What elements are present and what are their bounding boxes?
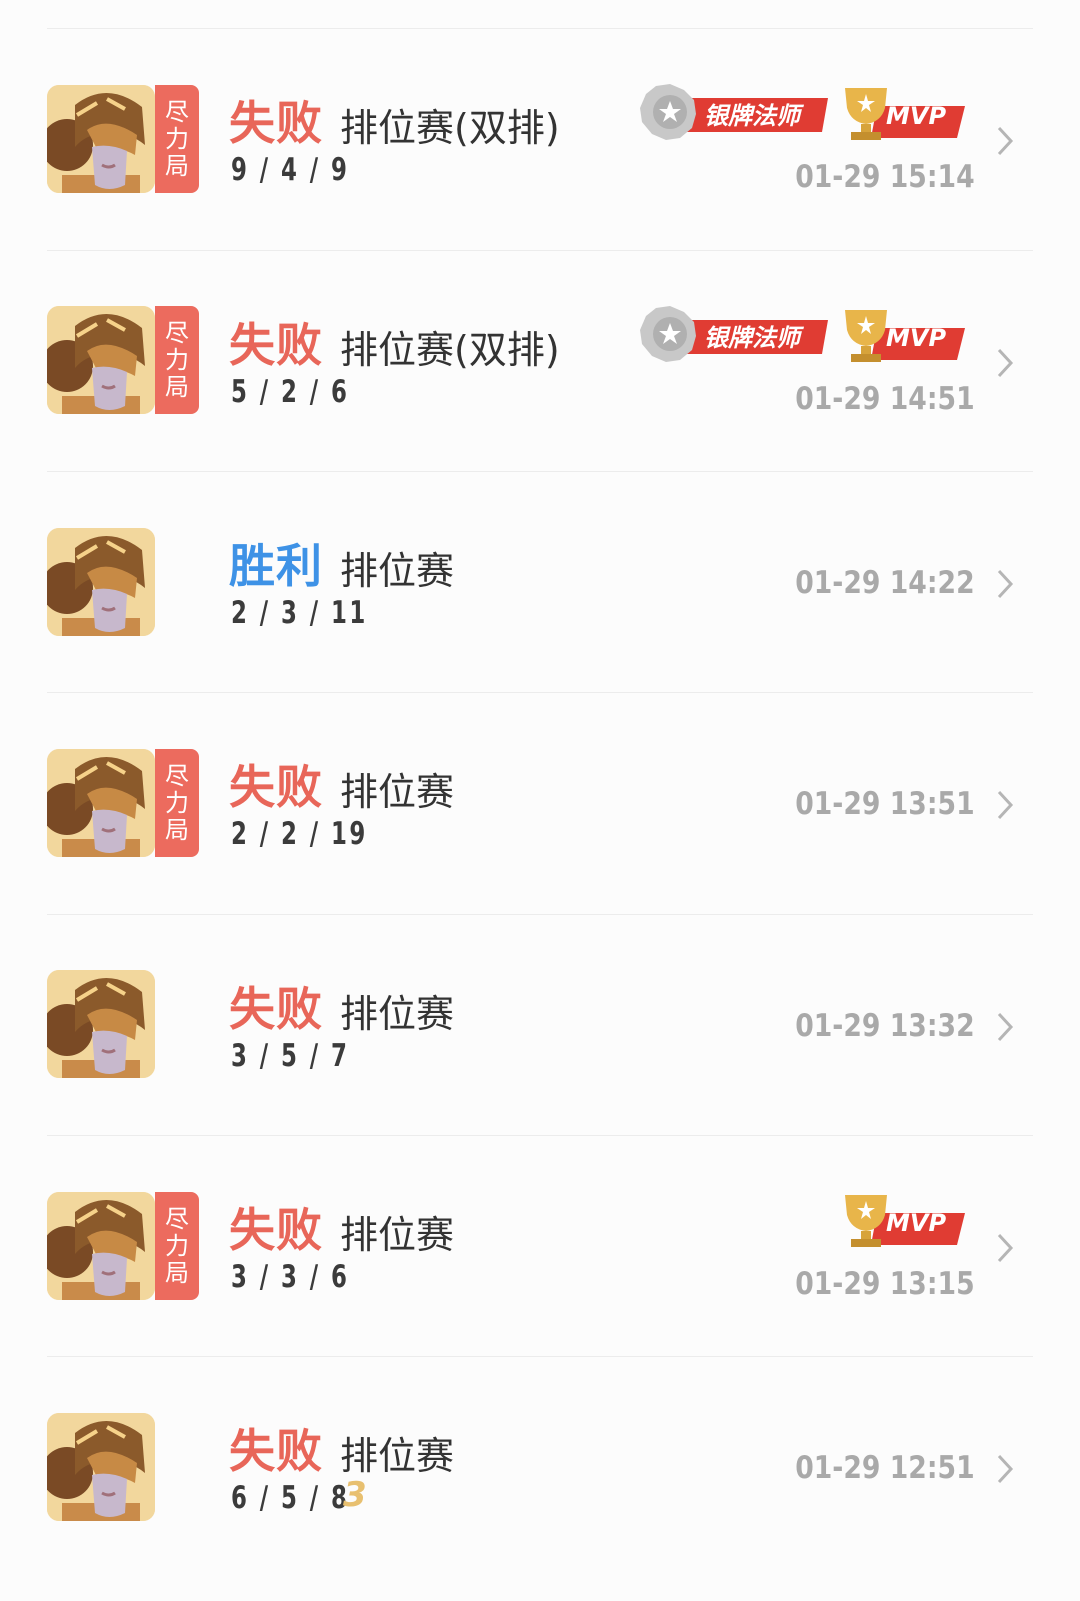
mvp-badge: MVP [837, 84, 967, 146]
match-time: 01-29 13:15 [795, 1266, 975, 1302]
chevron-right-icon [997, 1454, 1014, 1484]
match-mode: 排位赛 [340, 770, 455, 814]
match-result: 失败 [229, 1424, 323, 1478]
hero-avatar [47, 749, 155, 857]
match-row[interactable]: 尽力局 失败 排位赛(双排) 5 / 2 / 6 银牌法师 MVP 01-29 … [0, 251, 1080, 477]
chevron-right-icon [997, 1233, 1014, 1263]
kda: 2 / 2 / 19 [231, 816, 368, 852]
match-time: 01-29 14:51 [795, 381, 975, 417]
match-row[interactable]: 尽力局 失败 排位赛 2 / 2 / 19 01-29 13:51 [0, 693, 1080, 919]
match-time: 01-29 15:14 [795, 159, 975, 195]
mvp-badge: MVP [837, 306, 967, 368]
effort-tag: 尽力局 [155, 749, 199, 857]
mvp-label: MVP [886, 102, 947, 130]
match-mode: 排位赛 [340, 549, 455, 593]
chevron-right-icon [997, 569, 1014, 599]
silver-medal-badge: 银牌法师 [636, 82, 834, 142]
match-result: 失败 [229, 760, 323, 814]
match-row[interactable]: 失败 排位赛 6 / 5 / 8 3 01-29 12:51 [0, 1357, 1080, 1583]
match-result: 失败 [229, 96, 323, 150]
kda: 3 / 3 / 6 [231, 1259, 350, 1295]
match-row[interactable]: 失败 排位赛 3 / 5 / 7 01-29 13:32 [0, 915, 1080, 1141]
mvp-label: MVP [886, 1209, 947, 1237]
hero-avatar [47, 1413, 155, 1521]
chevron-right-icon [997, 126, 1014, 156]
kda: 9 / 4 / 9 [231, 152, 350, 188]
hero-avatar [47, 970, 155, 1078]
silver-badge-label: 银牌法师 [704, 324, 800, 352]
mvp-badge: MVP [837, 1191, 967, 1253]
match-result: 失败 [229, 982, 323, 1036]
effort-tag: 尽力局 [155, 85, 199, 193]
kda: 5 / 2 / 6 [231, 374, 350, 410]
kda: 2 / 3 / 11 [231, 595, 368, 631]
chevron-right-icon [997, 348, 1014, 378]
match-mode: 排位赛(双排) [340, 328, 560, 372]
match-time: 01-29 13:51 [795, 786, 975, 822]
match-mode: 排位赛 [340, 1434, 455, 1478]
effort-tag: 尽力局 [155, 306, 199, 414]
match-row[interactable]: 尽力局 失败 排位赛(双排) 9 / 4 / 9 银牌法师 MVP 01-29 … [0, 29, 1080, 255]
chevron-right-icon [997, 1012, 1014, 1042]
match-mode: 排位赛 [340, 992, 455, 1036]
rank-badge: 3 [343, 1475, 367, 1515]
match-row[interactable]: 尽力局 失败 排位赛 3 / 3 / 6 MVP 01-29 13:15 [0, 1136, 1080, 1362]
chevron-right-icon [997, 790, 1014, 820]
mvp-label: MVP [886, 324, 947, 352]
match-row[interactable]: 胜利 排位赛 2 / 3 / 11 01-29 14:22 [0, 472, 1080, 698]
match-time: 01-29 14:22 [795, 565, 975, 601]
kda: 3 / 5 / 7 [231, 1038, 350, 1074]
silver-medal-badge: 银牌法师 [636, 304, 834, 364]
effort-tag: 尽力局 [155, 1192, 199, 1300]
match-time: 01-29 13:32 [795, 1008, 975, 1044]
match-result: 失败 [229, 318, 323, 372]
hero-avatar [47, 306, 155, 414]
match-mode: 排位赛(双排) [340, 106, 560, 150]
silver-badge-label: 银牌法师 [704, 102, 800, 130]
hero-avatar [47, 528, 155, 636]
hero-avatar [47, 85, 155, 193]
match-result: 胜利 [229, 539, 323, 593]
match-time: 01-29 12:51 [795, 1450, 975, 1486]
kda: 6 / 5 / 8 [231, 1480, 350, 1516]
match-mode: 排位赛 [340, 1213, 455, 1257]
hero-avatar [47, 1192, 155, 1300]
match-result: 失败 [229, 1203, 323, 1257]
